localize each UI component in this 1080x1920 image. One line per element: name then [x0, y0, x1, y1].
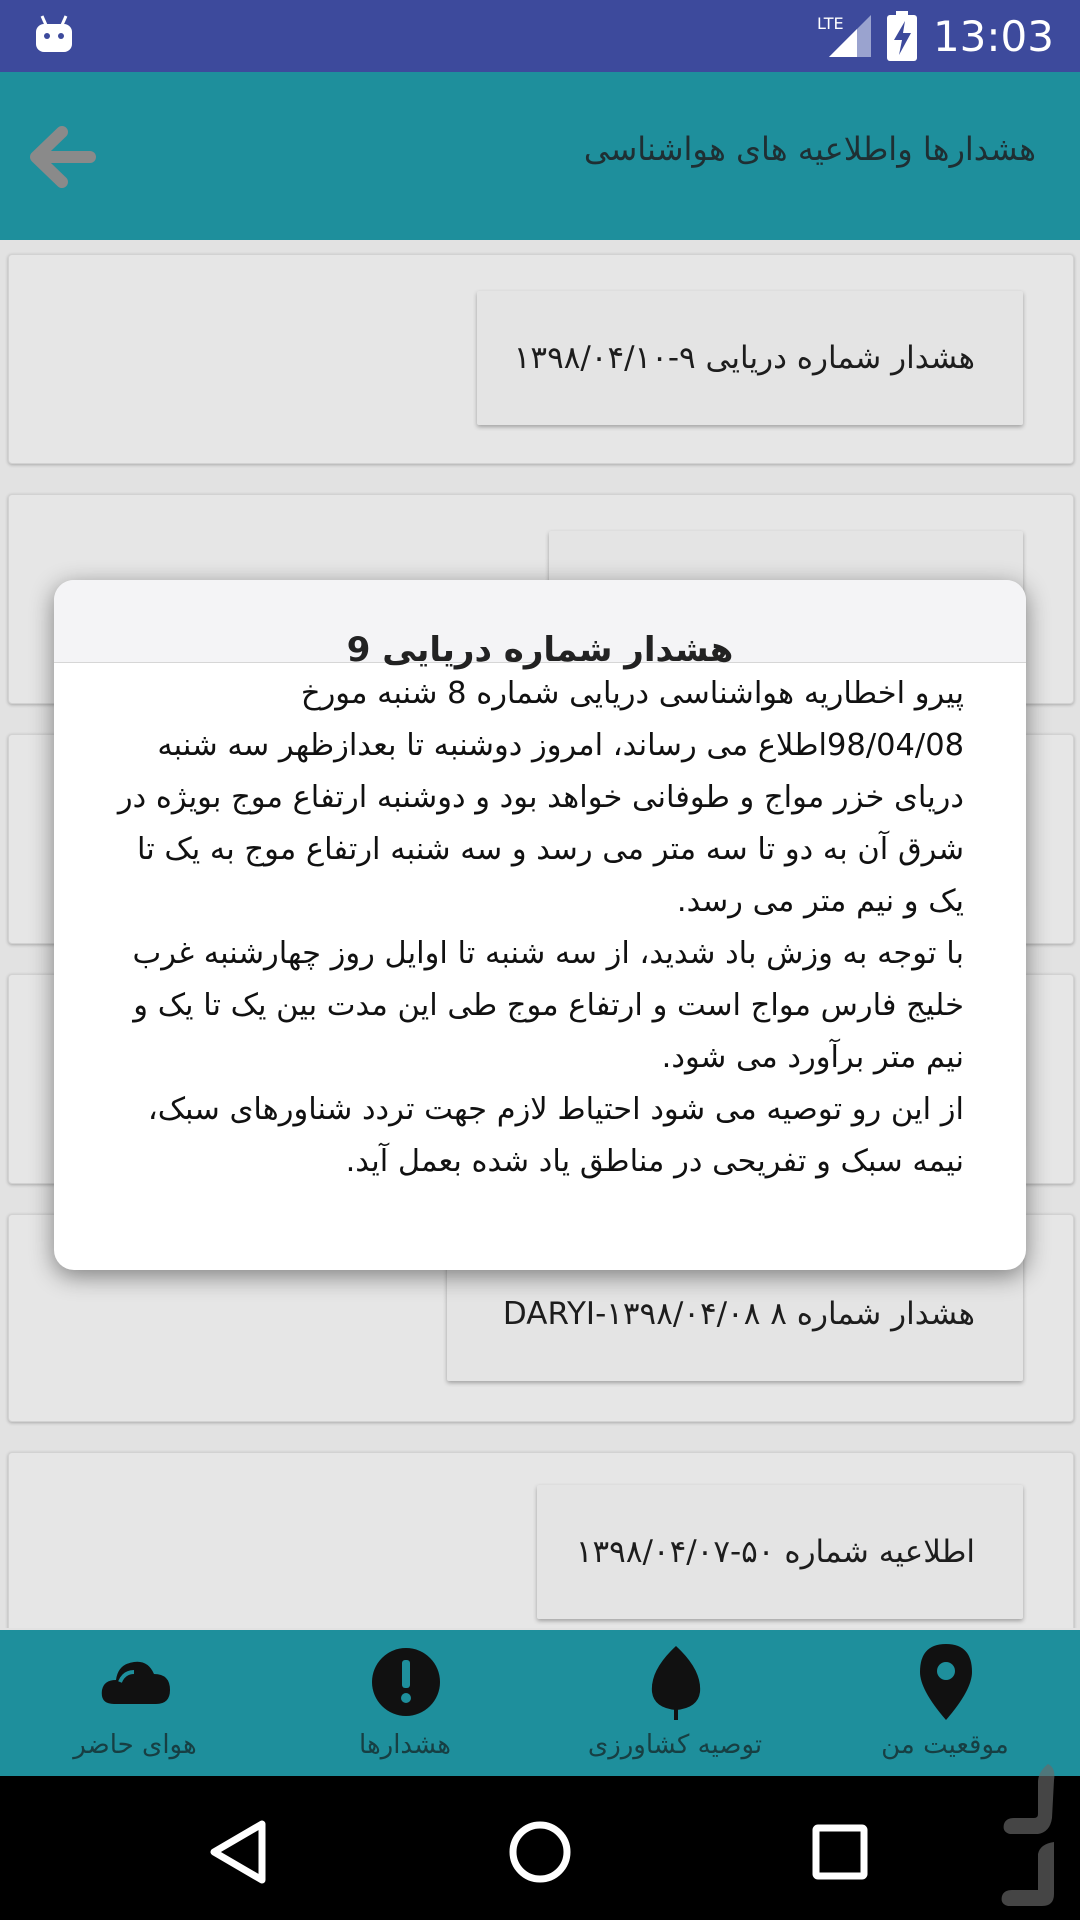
cloud-icon — [101, 1661, 170, 1704]
location-pin-icon — [920, 1644, 972, 1720]
warning-dialog: هشدار شماره دریایی 9 پیرو اخطاریه هواشنا… — [54, 580, 1026, 1270]
nav-item-warnings[interactable]: هشدارها — [270, 1630, 540, 1776]
nav-label: هوای حاضر — [73, 1730, 197, 1760]
dialog-paragraph: پیرو اخطاریه هواشناسی دریایی شماره 8 شنب… — [117, 676, 964, 919]
nav-item-agriculture[interactable]: توصیه کشاورزی — [540, 1630, 810, 1776]
system-nav-bar — [0, 1764, 1080, 1920]
nav-label: هشدارها — [359, 1730, 451, 1760]
dialog-paragraph: از این رو توصیه می شود احتیاط لازم جهت ت… — [147, 1092, 964, 1179]
recents-square-icon[interactable] — [800, 1812, 880, 1892]
nav-item-my-location[interactable]: موقعیت من — [810, 1630, 1080, 1776]
nav-item-current-weather[interactable]: هوای حاضر — [0, 1630, 270, 1776]
watermark-logo-icon — [1001, 1764, 1055, 1906]
home-circle-icon[interactable] — [500, 1812, 580, 1892]
nav-label: توصیه کشاورزی — [587, 1730, 763, 1760]
dialog-body: پیرو اخطاریه هواشناسی دریایی شماره 8 شنب… — [116, 668, 964, 1188]
nav-label: موقعیت من — [881, 1730, 1009, 1760]
dialog-paragraph: با توجه به وزش باد شدید، از سه شنبه تا ا… — [132, 936, 964, 1075]
leaf-icon — [651, 1646, 701, 1720]
back-triangle-icon[interactable] — [200, 1812, 280, 1892]
dialog-title: هشدار شماره دریایی 9 — [346, 630, 734, 670]
bottom-nav: هوای حاضر هشدارها توصیه کشاورزی موقعیت م… — [0, 1630, 1080, 1776]
alert-circle-icon — [372, 1648, 440, 1716]
